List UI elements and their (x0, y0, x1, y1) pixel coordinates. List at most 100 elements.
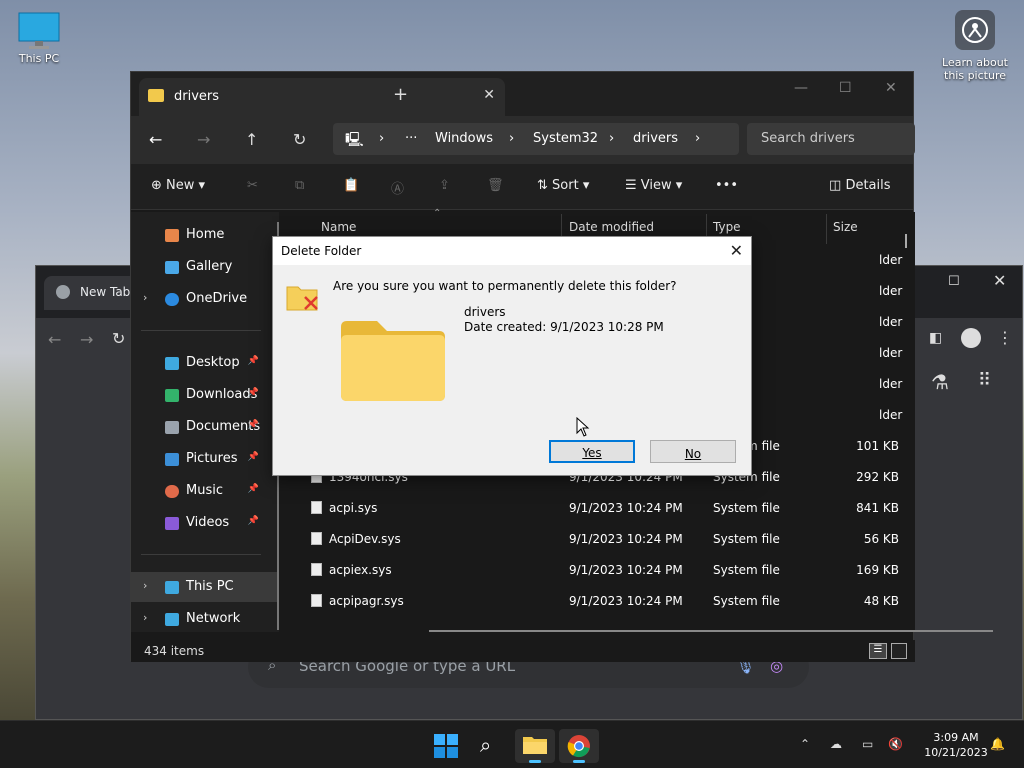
yes-button[interactable]: Yes (549, 440, 635, 463)
details-button[interactable]: ◫ Details (829, 178, 891, 193)
gallery-icon (165, 261, 179, 274)
chrome-forward-icon[interactable]: → (80, 330, 93, 349)
chevron-right-icon[interactable]: › (143, 291, 147, 304)
learn-about-picture[interactable]: Learn about this picture (938, 10, 1012, 82)
pin-icon[interactable]: 📌 (248, 484, 259, 494)
refresh-icon[interactable]: ↻ (293, 130, 306, 149)
sidebar-item-onedrive[interactable]: › OneDrive (131, 284, 279, 314)
column-header-size[interactable]: Size (833, 220, 858, 234)
apps-grid-icon[interactable]: ⠿ (978, 370, 991, 391)
notification-bell-icon[interactable]: 🔔 (990, 737, 1005, 751)
taskbar-chrome[interactable] (559, 729, 599, 763)
details-view-icon[interactable]: ☰ (869, 643, 887, 659)
chevron-right-icon: › (509, 131, 515, 146)
minimize-icon[interactable]: — (794, 80, 808, 96)
onedrive-offline-icon[interactable]: ☁ (830, 737, 842, 751)
desktop-icon-this-pc[interactable]: This PC (9, 12, 69, 65)
column-header-type[interactable]: Type (713, 220, 741, 234)
vertical-scrollbar[interactable] (905, 234, 907, 248)
taskbar-search-button[interactable]: ⌕ (470, 729, 510, 763)
start-button[interactable] (426, 729, 466, 763)
copy-icon[interactable]: ⧉ (295, 178, 304, 193)
no-button[interactable]: No (650, 440, 736, 463)
sidebar-item-videos[interactable]: Videos 📌 (131, 508, 279, 538)
sidebar-item-network[interactable]: › Network (131, 604, 279, 634)
delete-folder-dialog[interactable]: Delete Folder ✕ Are you sure you want to… (272, 236, 752, 476)
partial-type-text: lder (879, 253, 903, 267)
cloud-icon (165, 293, 179, 306)
system-file-icon (311, 594, 322, 607)
chrome-reload-icon[interactable]: ↻ (112, 329, 125, 348)
chevron-up-icon[interactable]: ⌃ (800, 737, 810, 751)
table-row[interactable]: acpiex.sys 9/1/2023 10:24 PM System file… (289, 555, 915, 586)
explorer-tab[interactable]: drivers ✕ (139, 78, 505, 116)
breadcrumb-system32[interactable]: System32 (533, 131, 598, 146)
share-icon[interactable]: ⇪ (439, 178, 450, 193)
sidebar-item-music[interactable]: Music 📌 (131, 476, 279, 506)
chrome-close-icon[interactable]: ✕ (993, 271, 1006, 290)
maximize-icon[interactable]: ☐ (839, 80, 852, 96)
pc-icon: 🖳 (345, 132, 364, 148)
new-tab-icon[interactable]: + (393, 84, 408, 105)
paste-icon[interactable]: 📋 (343, 178, 359, 193)
sidebar-item-desktop[interactable]: Desktop 📌 (131, 348, 279, 378)
system-clock[interactable]: 3:09 AM 10/21/2023 (920, 730, 992, 760)
search-input[interactable]: Search drivers (747, 123, 915, 155)
table-row[interactable]: acpi.sys 9/1/2023 10:24 PM System file 8… (289, 493, 915, 524)
sidebar-item-this-pc[interactable]: › This PC (131, 572, 279, 602)
rename-icon[interactable]: Ⓐ (391, 178, 404, 197)
chrome-back-icon[interactable]: ← (48, 330, 61, 349)
explorer-navbar: ← → ↑ ↻ 🖳 › ··· Windows › System32 › dri… (131, 116, 915, 164)
close-tab-icon[interactable]: ✕ (483, 87, 495, 103)
pin-icon[interactable]: 📌 (248, 516, 259, 526)
chrome-maximize-icon[interactable]: ☐ (948, 274, 960, 289)
column-header-date[interactable]: Date modified (569, 220, 654, 234)
breadcrumb-drivers[interactable]: drivers (633, 131, 678, 146)
chevron-right-icon[interactable]: › (143, 579, 147, 592)
sidebar-item-gallery[interactable]: Gallery (131, 252, 279, 282)
ellipsis-icon[interactable]: ··· (405, 131, 417, 146)
sidebar-item-pictures[interactable]: Pictures 📌 (131, 444, 279, 474)
cut-icon[interactable]: ✂ (247, 178, 258, 193)
chrome-menu-icon[interactable]: ⋮ (997, 328, 1013, 347)
sort-button[interactable]: ⇅ Sort ▾ (537, 178, 589, 193)
learn-label: Learn about this picture (942, 56, 1008, 82)
address-bar[interactable]: 🖳 › ··· Windows › System32 › drivers › (333, 123, 739, 155)
sidebar-item-downloads[interactable]: Downloads 📌 (131, 380, 279, 410)
sidebar-item-home[interactable]: Home (131, 220, 279, 250)
view-button[interactable]: ☰ View ▾ (625, 178, 682, 193)
profile-icon[interactable] (961, 328, 981, 348)
pin-icon[interactable]: 📌 (248, 420, 259, 430)
sidepanel-icon[interactable]: ◧ (929, 330, 942, 346)
more-options-icon[interactable]: ••• (715, 178, 738, 193)
network-icon (165, 613, 179, 626)
forward-icon[interactable]: → (197, 130, 210, 149)
dialog-title: Delete Folder (281, 244, 362, 258)
close-window-icon[interactable]: ✕ (885, 80, 897, 96)
back-icon[interactable]: ← (149, 130, 162, 149)
search-placeholder: Search drivers (761, 131, 855, 146)
windows-logo-icon (434, 734, 458, 758)
column-header-name[interactable]: Name (321, 220, 356, 234)
pin-icon[interactable]: 📌 (248, 452, 259, 462)
close-icon[interactable]: ✕ (730, 241, 743, 260)
tiles-view-icon[interactable] (891, 643, 907, 659)
table-row[interactable]: AcpiDev.sys 9/1/2023 10:24 PM System fil… (289, 524, 915, 555)
sidebar-item-documents[interactable]: Documents 📌 (131, 412, 279, 442)
new-button[interactable]: ⊕ New ▾ (151, 178, 205, 193)
pin-icon[interactable]: 📌 (248, 388, 259, 398)
horizontal-scrollbar[interactable] (429, 630, 993, 632)
taskbar: ⌕ ⌃ ☁ ▭ 🔇 3:09 AM 10/21/2023 🔔 (0, 720, 1024, 768)
taskbar-file-explorer[interactable] (515, 729, 555, 763)
running-indicator (529, 760, 541, 763)
volume-muted-icon[interactable]: 🔇 (888, 737, 903, 751)
pin-icon[interactable]: 📌 (248, 356, 259, 366)
labs-flask-icon[interactable]: ⚗ (931, 370, 949, 394)
delete-icon[interactable]: 🗑 (487, 178, 504, 193)
network-icon[interactable]: ▭ (862, 737, 873, 751)
table-row[interactable]: acpipagr.sys 9/1/2023 10:24 PM System fi… (289, 586, 915, 617)
system-file-icon (311, 532, 322, 545)
breadcrumb-windows[interactable]: Windows (435, 131, 493, 146)
up-icon[interactable]: ↑ (245, 130, 258, 149)
chevron-right-icon[interactable]: › (143, 611, 147, 624)
